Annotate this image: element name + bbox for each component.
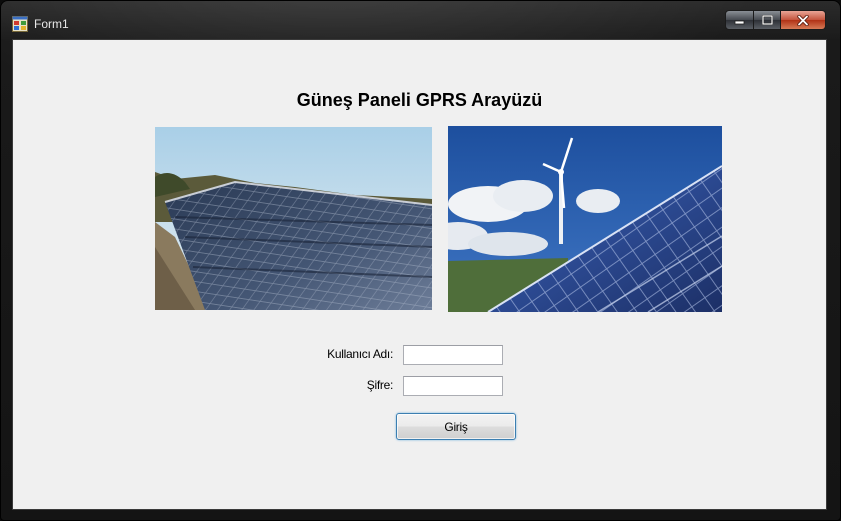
close-button[interactable] bbox=[781, 10, 826, 30]
window-title: Form1 bbox=[34, 17, 69, 31]
maximize-button[interactable] bbox=[754, 10, 781, 30]
title-bar[interactable]: Form1 bbox=[1, 1, 840, 39]
minimize-icon bbox=[734, 20, 745, 24]
login-button[interactable]: Giriş bbox=[396, 413, 516, 440]
password-label: Şifre: bbox=[366, 378, 394, 392]
solar-panels-on-roof-photo bbox=[155, 127, 432, 310]
app-window: Form1 Güneş Paneli GPRS Arayüzü Kullanıc… bbox=[0, 0, 841, 521]
username-input[interactable] bbox=[403, 345, 503, 365]
minimize-button[interactable] bbox=[725, 10, 754, 30]
app-icon[interactable] bbox=[12, 16, 28, 32]
username-label: Kullanıcı Adı: bbox=[327, 347, 393, 361]
close-icon bbox=[797, 14, 809, 26]
page-title: Güneş Paneli GPRS Arayüzü bbox=[296, 90, 543, 110]
form-client-area: Güneş Paneli GPRS Arayüzü Kullanıcı Adı:… bbox=[12, 39, 827, 510]
window-controls bbox=[725, 10, 826, 32]
maximize-icon bbox=[761, 15, 773, 25]
solar-panels-wind-turbine-photo bbox=[448, 126, 722, 312]
password-input[interactable] bbox=[403, 376, 503, 396]
